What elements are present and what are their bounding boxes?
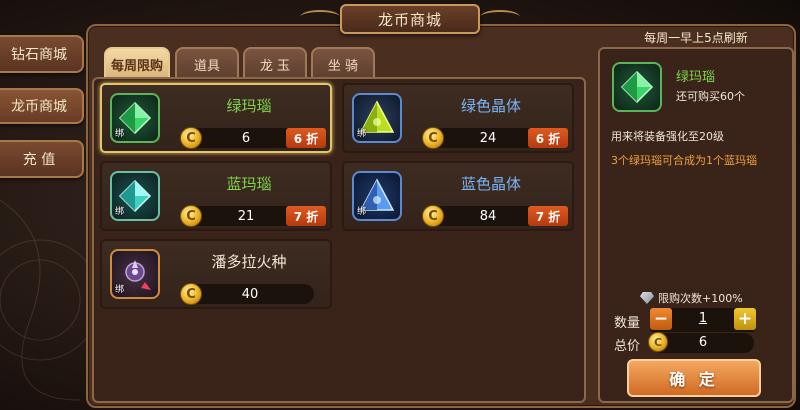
purchase-limit-bonus: 限购次数+100% [640,290,743,306]
shop-item-green-agate[interactable]: 绑 绿玛瑙 6 C 6 折 [100,83,332,153]
title-ornament-left [300,10,340,24]
total-price-value: 6 [698,335,708,350]
title-ornament-right [480,10,520,24]
blue-agate-icon: 绑 [110,171,160,221]
increase-quantity-button[interactable]: + [734,308,756,330]
bind-tag: 绑 [115,129,125,139]
green-agate-icon: 绑 [110,93,160,143]
weekly-refresh-note: 每周一早上5点刷新 [644,31,748,45]
item-description: 用来将装备强化至20级 [611,130,724,143]
dragon-coin-icon: C [180,283,202,305]
tab-weekly-limited[interactable]: 每周限购 [104,47,170,79]
selected-item-icon [612,62,662,112]
discount-badge: 6 折 [528,128,568,148]
dragon-coin-icon: C [648,332,668,352]
selected-item-name: 绿玛瑙 [676,70,716,85]
page-title: 龙币商城 [340,4,480,34]
item-synthesis-note: 3个绿玛瑙可合成为1个蓝玛瑙 [611,154,757,167]
item-price: 40 [186,284,314,304]
shop-item-pandora-tinder[interactable]: 绑 潘多拉火种 40 C [100,239,332,309]
item-list-panel: 绑 绿玛瑙 6 C 6 折 绑 绿色晶体 24 C 6 折 绑 蓝玛瑙 21 C… [92,77,586,403]
tab-items[interactable]: 道具 [175,47,239,79]
discount-badge: 7 折 [286,206,326,226]
green-crystal-icon: 绑 [352,93,402,143]
quantity-value[interactable]: 1 [672,311,734,326]
shop-item-blue-agate[interactable]: 绑 蓝玛瑙 21 C 7 折 [100,161,332,231]
dragon-coin-icon: C [422,205,444,227]
discount-badge: 6 折 [286,128,326,148]
discount-badge: 7 折 [528,206,568,226]
remaining-purchases: 还可购买60个 [676,90,745,103]
bind-tag: 绑 [357,207,367,217]
item-name: 蓝玛瑙 [226,175,272,193]
tab-mounts[interactable]: 坐 骑 [311,47,375,79]
item-name: 潘多拉火种 [211,253,287,271]
item-name: 绿色晶体 [460,97,521,115]
quantity-label: 数量 [614,316,641,331]
dragon-coin-icon: C [180,127,202,149]
shop-item-blue-crystal[interactable]: 绑 蓝色晶体 84 C 7 折 [342,161,574,231]
blue-crystal-icon: 绑 [352,171,402,221]
diamond-icon [640,292,654,304]
tab-dragon-jade[interactable]: 龙 玉 [243,47,307,79]
bind-tag: 绑 [115,285,125,295]
bind-tag: 绑 [115,207,125,217]
purchase-limit-label: 限购次数+100% [658,292,743,305]
pandora-tinder-icon: 绑 [110,249,160,299]
dragon-coin-icon: C [422,127,444,149]
total-price-label: 总价 [614,339,641,354]
side-nav-dragon-coin-shop[interactable]: 龙币商城 [0,88,84,124]
item-name: 绿玛瑙 [226,97,272,115]
bind-tag: 绑 [357,129,367,139]
shop-item-green-crystal[interactable]: 绑 绿色晶体 24 C 6 折 [342,83,574,153]
side-nav-recharge[interactable]: 充 值 [0,140,84,178]
confirm-button[interactable]: 确 定 [627,359,761,397]
item-name: 蓝色晶体 [460,175,521,193]
side-nav-diamond-shop[interactable]: 钻石商城 [0,35,84,73]
dragon-coin-icon: C [180,205,202,227]
decrease-quantity-button[interactable]: − [650,308,672,330]
